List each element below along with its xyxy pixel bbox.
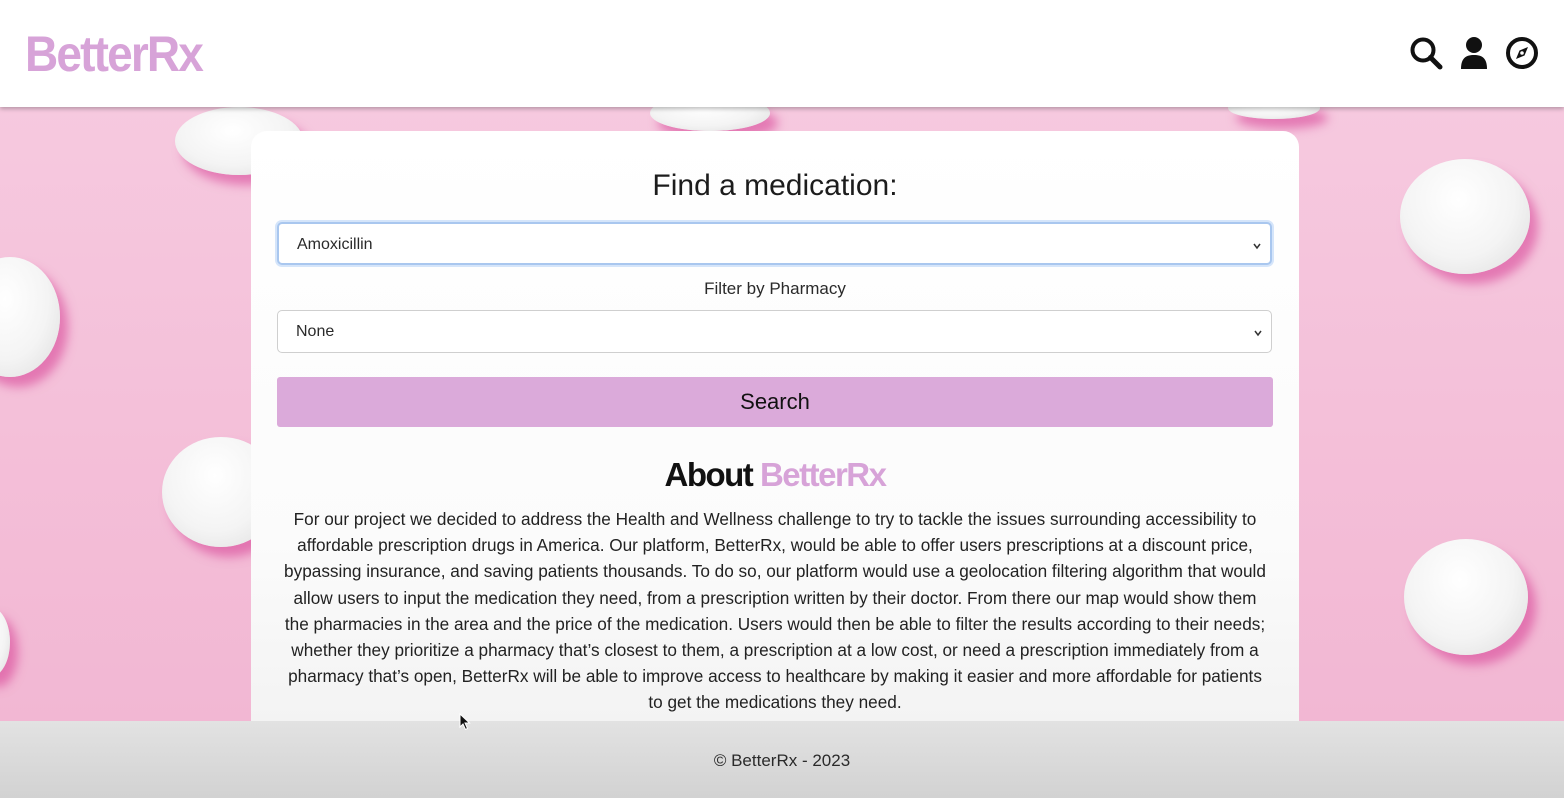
- mouse-cursor-icon: [459, 712, 471, 736]
- search-icon[interactable]: [1408, 34, 1444, 72]
- medication-select[interactable]: Amoxicillin: [277, 222, 1272, 265]
- pharmacy-select-value: None: [296, 323, 335, 340]
- find-medication-title: Find a medication:: [652, 169, 898, 202]
- pill-image: [0, 257, 60, 377]
- site-footer: © BetterRx - 2023: [0, 721, 1564, 798]
- chevron-down-icon: [1253, 325, 1263, 337]
- brand-logo[interactable]: BetterRx: [25, 22, 204, 86]
- about-title: About BetterRx: [251, 454, 1299, 496]
- user-icon[interactable]: [1456, 34, 1492, 72]
- pill-image: [1400, 159, 1530, 274]
- pill-image: [1404, 539, 1528, 655]
- filter-by-pharmacy-label: Filter by Pharmacy: [704, 279, 846, 298]
- pharmacy-select[interactable]: None: [277, 310, 1272, 353]
- pill-image: [0, 607, 10, 677]
- medication-select-value: Amoxicillin: [297, 236, 373, 253]
- chevron-down-icon: [1252, 238, 1262, 250]
- pill-image: [650, 107, 770, 131]
- about-title-prefix: About: [664, 456, 753, 493]
- compass-icon[interactable]: [1504, 34, 1540, 72]
- search-card: Find a medication: Amoxicillin Filter by…: [251, 131, 1299, 721]
- about-description: For our project we decided to address th…: [284, 509, 1266, 713]
- search-button[interactable]: Search: [277, 377, 1273, 427]
- pill-image: [1228, 107, 1320, 119]
- site-header: BetterRx: [0, 0, 1564, 107]
- footer-copyright: © BetterRx - 2023: [713, 751, 851, 770]
- header-icons: [1408, 34, 1540, 72]
- about-title-brand: BetterRx: [759, 456, 887, 493]
